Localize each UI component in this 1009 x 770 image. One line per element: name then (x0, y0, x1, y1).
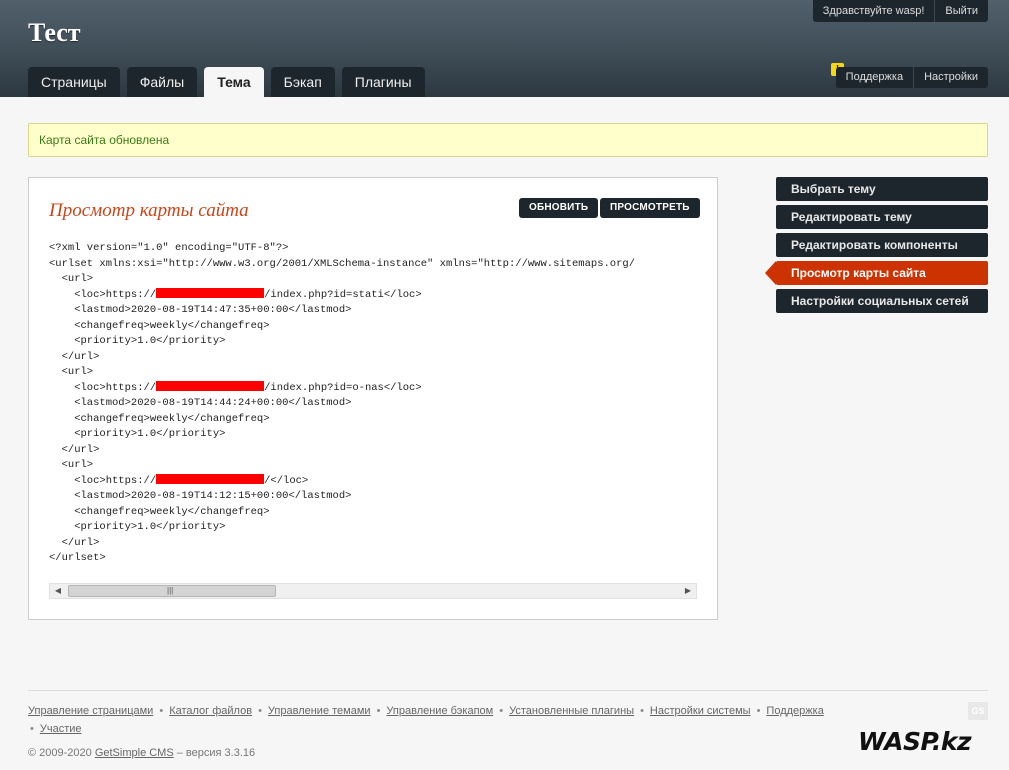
footer-link-backup[interactable]: Управление бэкапом (386, 705, 493, 717)
site-title[interactable]: Тест (28, 18, 81, 48)
support-link[interactable]: Поддержка (836, 67, 913, 88)
watermark-logo: WASP.kz (858, 727, 972, 756)
utility-bar: Поддержка Настройки (835, 67, 988, 88)
view-button[interactable]: ПРОСМОТРЕТЬ (600, 198, 700, 218)
footer-separator: • (499, 705, 504, 717)
xml-line: <urlset xmlns:xsi="http://www.w3.org/200… (49, 257, 635, 270)
footer-separator: • (640, 705, 644, 717)
scroll-right-icon[interactable]: ▶ (680, 584, 696, 598)
sidebar-item-choose-theme[interactable]: Выбрать тему (776, 177, 988, 201)
footer-separator: • (258, 705, 262, 717)
user-bar: Здравствуйте wasp! Выйти (812, 0, 988, 22)
footer-divider (28, 690, 988, 691)
grip-icon: ||| (167, 586, 174, 595)
redaction-mark (156, 380, 265, 391)
footer-link-files[interactable]: Каталог файлов (169, 705, 252, 717)
footer-link-participation[interactable]: Участие (40, 723, 82, 735)
tab-files[interactable]: Файлы (126, 67, 198, 97)
xml-line: <url> (49, 366, 94, 378)
xml-loc-prefix: <loc>https:// (49, 381, 157, 394)
main-tabs: Страницы Файлы Тема Бэкап Плагины (28, 67, 432, 97)
xml-loc-line: <loc>https:// /index.php?id=stati</loc> (49, 287, 697, 304)
redaction-mark (156, 473, 265, 484)
horizontal-scrollbar[interactable]: ◀ ||| ▶ (49, 583, 697, 599)
getsimple-link[interactable]: GetSimple CMS (95, 747, 174, 759)
sidebar-item-edit-theme[interactable]: Редактировать тему (776, 205, 988, 229)
xml-line: <url> (49, 273, 94, 285)
tab-plugins[interactable]: Плагины (341, 67, 425, 97)
footer-separator: • (756, 705, 761, 717)
xml-line: <priority>1.0</priority> (49, 335, 226, 347)
footer-link-support[interactable]: Поддержка (766, 705, 823, 717)
getsimple-logo: GS (968, 702, 988, 720)
tab-backup[interactable]: Бэкап (270, 67, 335, 97)
sitemap-xml-view: <?xml version="1.0" encoding="UTF-8"?> <… (49, 241, 697, 581)
footer-link-themes[interactable]: Управление темами (268, 705, 371, 717)
xml-line: <lastmod>2020-08-19T14:12:15+00:00</last… (49, 490, 352, 502)
xml-line: </url> (49, 350, 100, 363)
xml-line: </urlset> (49, 552, 106, 564)
user-greeting-link[interactable]: Здравствуйте wasp! (813, 0, 935, 22)
tab-pages[interactable]: Страницы (28, 67, 120, 97)
xml-line: <priority>1.0</priority> (49, 521, 226, 533)
refresh-button[interactable]: ОБНОВИТЬ (519, 198, 599, 218)
xml-line: <?xml version="1.0" encoding="UTF-8"?> (49, 242, 289, 254)
logout-link[interactable]: Выйти (934, 0, 988, 22)
xml-loc-suffix: /</loc> (264, 474, 309, 487)
settings-link[interactable]: Настройки (913, 67, 988, 88)
footer-link-plugins[interactable]: Установленные плагины (509, 705, 634, 717)
footer-link-pages[interactable]: Управление страницами (28, 705, 153, 717)
footer-separator: • (30, 723, 34, 735)
xml-loc-suffix: /index.php?id=stati</loc> (264, 288, 422, 301)
tab-theme[interactable]: Тема (204, 67, 264, 97)
footer-separator: • (376, 705, 381, 717)
sidebar-item-social-settings[interactable]: Настройки социальных сетей (776, 289, 988, 313)
theme-sidebar: Выбрать тему Редактировать тему Редактир… (765, 177, 988, 317)
copyright-prefix: © 2009-2020 (28, 747, 92, 759)
xml-line: </url> (49, 536, 100, 549)
version-text: – версия 3.3.16 (176, 747, 256, 759)
xml-line: <priority>1.0</priority> (49, 428, 226, 440)
footer-links: Управление страницами • Каталог файлов • Упр… (28, 702, 848, 738)
xml-line: <url> (49, 459, 94, 471)
xml-line: <lastmod>2020-08-19T14:44:24+00:00</last… (49, 397, 352, 409)
xml-line: <changefreq>weekly</changefreq> (49, 505, 270, 518)
copyright: © 2009-2020 GetSimple CMS – версия 3.3.1… (28, 747, 255, 759)
footer-separator: • (159, 705, 164, 717)
scroll-left-icon[interactable]: ◀ (50, 584, 66, 598)
xml-loc-suffix: /index.php?id=o-nas</loc> (264, 381, 422, 394)
xml-line: <lastmod>2020-08-19T14:47:35+00:00</last… (49, 304, 352, 316)
page-title: Просмотр карты сайта (49, 200, 249, 221)
sidebar-item-edit-components[interactable]: Редактировать компоненты (776, 233, 988, 257)
update-notice: Карта сайта обновлена (28, 123, 988, 157)
xml-loc-prefix: <loc>https:// (49, 288, 157, 301)
sidebar-item-view-sitemap[interactable]: Просмотр карты сайта (765, 261, 988, 285)
xml-loc-line: <loc>https:// /index.php?id=o-nas</loc> (49, 380, 697, 397)
xml-line: <changefreq>weekly</changefreq> (49, 319, 270, 332)
xml-line: <changefreq>weekly</changefreq> (49, 412, 270, 425)
xml-line: </url> (49, 443, 100, 456)
footer-link-settings[interactable]: Настройки системы (650, 705, 751, 717)
header: Тест Страницы Файлы Тема Бэкап Плагины З… (0, 0, 1009, 97)
xml-loc-prefix: <loc>https:// (49, 474, 157, 487)
xml-loc-line: <loc>https:// /</loc> (49, 473, 697, 490)
sitemap-panel: Просмотр карты сайта ОБНОВИТЬ ПРОСМОТРЕТ… (28, 177, 718, 620)
redaction-mark (156, 287, 265, 298)
scrollbar-thumb[interactable]: ||| (68, 585, 276, 597)
